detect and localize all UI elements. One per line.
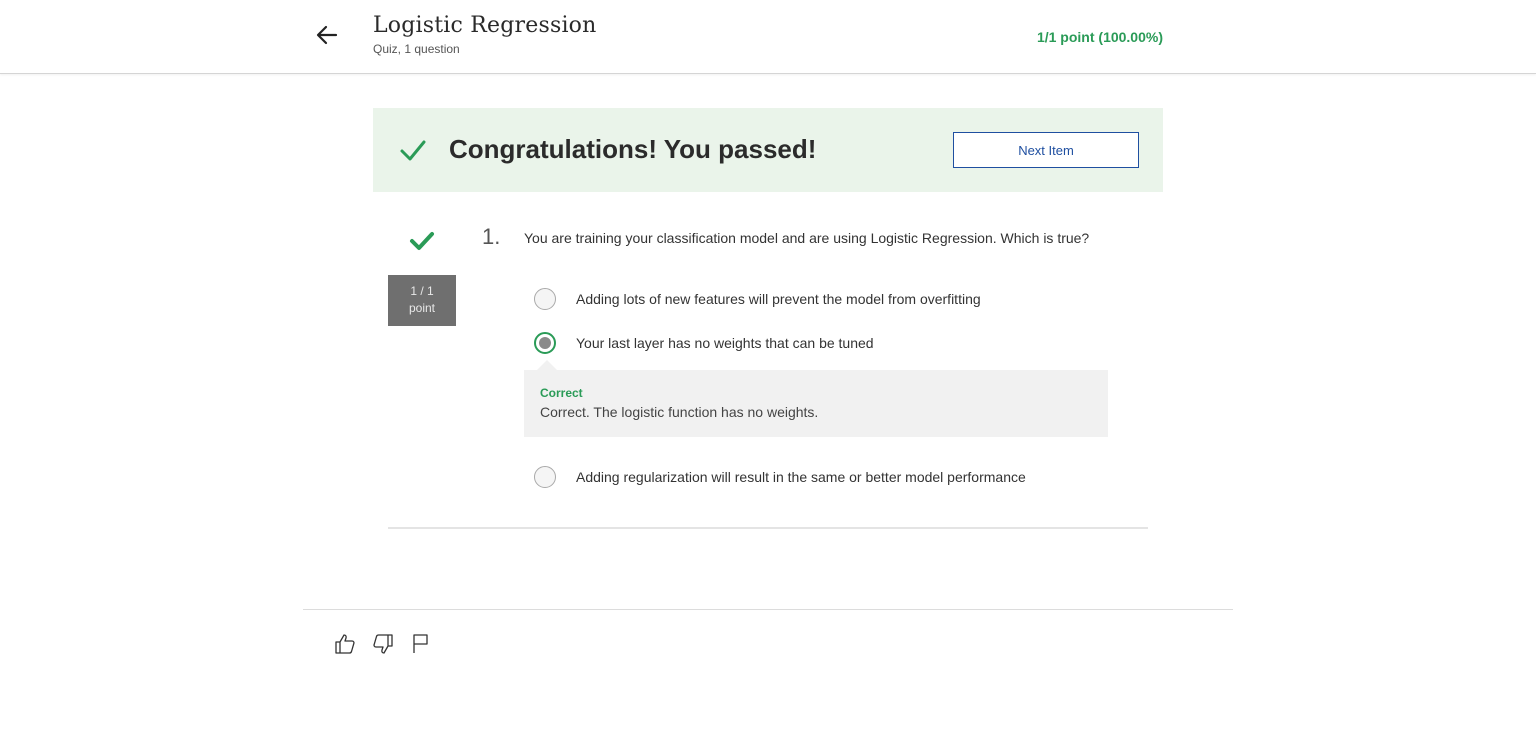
feedback-actions: [333, 632, 433, 656]
feedback-text: Correct. The logistic function has no we…: [540, 404, 819, 420]
like-button[interactable]: [333, 632, 357, 656]
page-subtitle: Quiz, 1 question: [373, 42, 460, 56]
question-correct-check-icon: [410, 232, 434, 250]
back-button[interactable]: [314, 22, 340, 48]
question-divider: [388, 527, 1148, 529]
answer-option-2[interactable]: Your last layer has no weights that can …: [534, 331, 874, 355]
option-label: Your last layer has no weights that can …: [576, 335, 874, 351]
checkmark-icon: [400, 140, 426, 161]
thumbs-up-icon: [335, 634, 355, 654]
question-number: 1.: [482, 224, 501, 249]
option-label: Adding regularization will result in the…: [576, 469, 1026, 485]
dislike-button[interactable]: [371, 632, 395, 656]
option-label: Adding lots of new features will prevent…: [576, 291, 981, 307]
title-block: Logistic Regression Quiz, 1 question: [373, 12, 597, 57]
radio-button[interactable]: [534, 466, 556, 488]
quiz-header: Logistic Regression Quiz, 1 question 1/1…: [0, 0, 1536, 74]
report-button[interactable]: [409, 632, 433, 656]
page-title: Logistic Regression: [373, 13, 597, 38]
score-summary: 1/1 point (100.00%): [1036, 29, 1163, 45]
answer-feedback: Correct Correct. The logistic function h…: [524, 360, 1108, 437]
points-unit: point: [408, 301, 436, 315]
points-badge: 1 / 1 point: [388, 275, 456, 326]
radio-button[interactable]: [534, 288, 556, 310]
footer-divider: [303, 609, 1233, 610]
feedback-title: Correct: [540, 386, 583, 400]
thumbs-down-icon: [373, 634, 393, 654]
answer-option-3[interactable]: Adding regularization will result in the…: [534, 465, 1026, 489]
question-text: You are training your classification mod…: [524, 230, 1090, 246]
radio-button-selected[interactable]: [534, 332, 556, 354]
arrow-left-icon: [316, 25, 338, 45]
answer-option-1[interactable]: Adding lots of new features will prevent…: [534, 287, 981, 311]
flag-icon: [413, 634, 428, 653]
points-value: 1 / 1: [410, 284, 434, 298]
next-item-button[interactable]: Next Item: [953, 132, 1139, 168]
pass-banner: Congratulations! You passed! Next Item: [373, 108, 1163, 192]
pass-message: Congratulations! You passed!: [449, 134, 817, 164]
